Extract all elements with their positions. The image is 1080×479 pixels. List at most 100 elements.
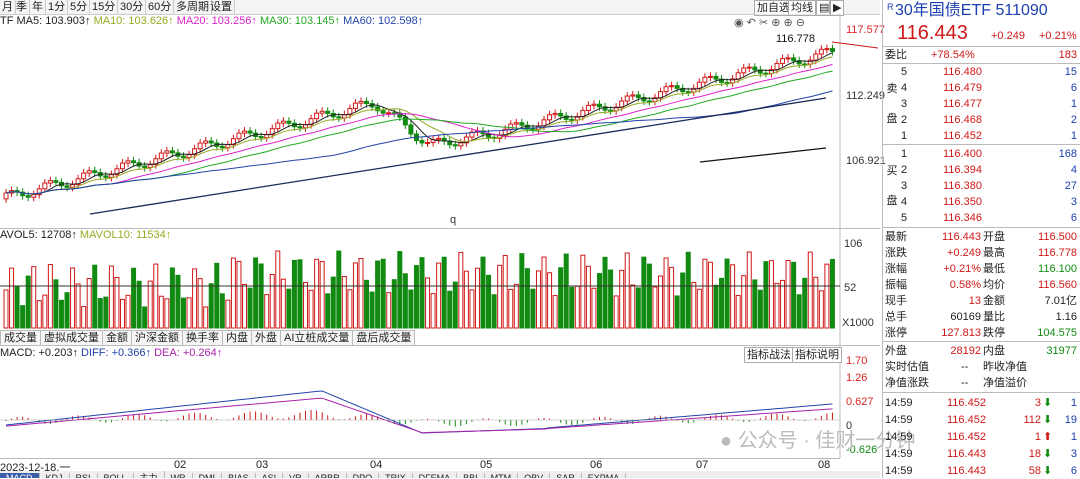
indicator-tab[interactable]: BBI xyxy=(457,473,485,478)
buy-level: 5 xyxy=(901,212,908,224)
period-multi[interactable]: 多周期 xyxy=(174,0,212,14)
sell-row[interactable]: 3 116.477 1 xyxy=(883,96,1080,112)
tab-ai-volume[interactable]: AI立桩成交量 xyxy=(280,330,354,346)
indicator-strategy-button[interactable]: 指标战法 xyxy=(744,347,794,363)
indicator-tab[interactable]: WR xyxy=(165,473,193,478)
indicator-tab[interactable]: RSI xyxy=(70,473,98,478)
tab-amount[interactable]: 金额 xyxy=(102,330,132,346)
indicator-tab[interactable]: DFEMA xyxy=(413,473,458,478)
tick-row: 14:59 116.452 112 ⬇ 19 xyxy=(883,412,1080,428)
period-30min[interactable]: 30分 xyxy=(118,0,147,14)
volume-bar xyxy=(663,257,669,329)
buy-price: 116.346 xyxy=(943,212,982,224)
nav-row: 净值涨跌 -- 净值溢价 xyxy=(883,375,1080,391)
period-quarter[interactable]: 季 xyxy=(14,0,30,14)
candle-body xyxy=(569,118,575,121)
tick-price: 116.452 xyxy=(947,397,986,409)
tab-hs-amount[interactable]: 沪深金额 xyxy=(131,330,183,346)
period-60min[interactable]: 60分 xyxy=(146,0,175,14)
buy-row[interactable]: 4 116.350 3 xyxy=(883,194,1080,210)
indicator-tab[interactable]: ARBR xyxy=(309,473,347,478)
volume-bar xyxy=(680,272,686,329)
volume-bar xyxy=(75,283,81,329)
buy-row[interactable]: 3 116.380 27 xyxy=(883,178,1080,194)
weibi-row: 委比 +78.54% 183 xyxy=(883,47,1080,63)
tick-arrow-icon: ⬆ xyxy=(1043,431,1053,443)
diff-line xyxy=(5,390,833,434)
tick-time: 14:59 xyxy=(885,448,913,460)
indicator-tab[interactable]: OBV xyxy=(518,473,551,478)
candle-body xyxy=(752,66,758,71)
period-15min[interactable]: 15分 xyxy=(90,0,119,14)
security-name: 30年国债ETF 511090 xyxy=(895,2,1048,19)
candle-body xyxy=(386,112,392,115)
last-price: 116.443 xyxy=(897,22,968,44)
sell-row[interactable]: 1 116.452 1 xyxy=(883,128,1080,144)
period-5min[interactable]: 5分 xyxy=(68,0,91,14)
candle-body xyxy=(42,182,48,190)
indicator-tab[interactable]: BOLL xyxy=(98,473,134,478)
tab-outer[interactable]: 外盘 xyxy=(251,330,281,346)
kline-chart[interactable] xyxy=(0,14,880,472)
indicator-tab[interactable]: DPO xyxy=(347,473,380,478)
stat-row: 总手 60169 量比 1.16 xyxy=(883,309,1080,325)
indicator-tab[interactable]: MACD xyxy=(0,473,40,478)
volume-bar xyxy=(236,260,242,329)
candle-body xyxy=(147,164,153,168)
tab-inner[interactable]: 内盘 xyxy=(222,330,252,346)
indicator-help-button[interactable]: 指标说明 xyxy=(792,347,842,363)
sell-row[interactable]: 2 116.468 2 xyxy=(883,112,1080,128)
indicator-tab[interactable]: VR xyxy=(283,473,309,478)
indicator-tab[interactable]: DMI xyxy=(193,473,223,478)
indicator-tabs: MACD KDJ RSI BOLL 主力 WR DMI BIAS ASI VR ARBR DPO TRI… xyxy=(0,471,880,478)
volume-bar xyxy=(258,263,264,329)
volume-bar xyxy=(608,269,614,329)
period-year[interactable]: 年 xyxy=(30,0,46,14)
indicator-tab[interactable]: BIAS xyxy=(222,473,256,478)
indicator-tab[interactable]: KDJ xyxy=(40,473,70,478)
volume-bar xyxy=(225,299,231,329)
buy-row[interactable]: 1 116.400 168 xyxy=(883,146,1080,162)
stat-value: 60169 xyxy=(950,311,981,323)
buy-price: 116.350 xyxy=(943,196,982,208)
volume-bar xyxy=(336,250,342,329)
stat-value: 116.560 xyxy=(1038,279,1077,291)
sell-price: 116.480 xyxy=(943,66,982,78)
buy-row[interactable]: 5 116.346 6 xyxy=(883,210,1080,226)
sell-price: 116.479 xyxy=(943,82,982,94)
tick-arrow-icon: ⬇ xyxy=(1043,397,1053,409)
sell-row[interactable]: 5 116.480 15 xyxy=(883,64,1080,80)
indicator-tab[interactable]: TRIX xyxy=(379,473,413,478)
candle-body xyxy=(242,130,248,134)
sell-row[interactable]: 4 116.479 6 xyxy=(883,80,1080,96)
candle-body xyxy=(585,104,591,111)
indicator-tab[interactable]: SAR xyxy=(550,473,582,478)
period-1min[interactable]: 1分 xyxy=(46,0,69,14)
buy-label-2: 盘 xyxy=(886,195,898,207)
volume-bar xyxy=(14,286,20,329)
stat-label: 开盘 xyxy=(983,231,1005,243)
indicator-tab[interactable]: EXPMA xyxy=(582,473,627,478)
stat-label: 总手 xyxy=(885,311,907,323)
volume-bar xyxy=(347,289,353,329)
settings-button[interactable]: 设置 xyxy=(208,0,235,14)
indicator-tab[interactable]: ASI xyxy=(256,473,284,478)
buy-row[interactable]: 2 116.394 4 xyxy=(883,162,1080,178)
candle-body xyxy=(286,120,292,124)
tab-virtual-volume[interactable]: 虚拟成交量 xyxy=(40,330,103,346)
indicator-tab[interactable]: 主力 xyxy=(134,471,165,478)
x-month-04: 04 xyxy=(370,459,383,471)
period-toolbar: 月 季 年 1分 5分 15分 30分 60分 多周期 设置 加自选 均线 ▤ … xyxy=(0,0,880,16)
indicator-tab[interactable]: MTM xyxy=(485,473,519,478)
volume-bar xyxy=(158,295,164,329)
volume-bar xyxy=(208,283,214,329)
tab-after-hours[interactable]: 盘后成交量 xyxy=(352,330,416,346)
candle-body xyxy=(824,48,830,51)
volume-bar xyxy=(413,265,419,329)
stat-row: 最新 116.443 开盘 116.500 xyxy=(883,229,1080,245)
tab-turnover[interactable]: 换手率 xyxy=(182,330,223,346)
stat-label: 最低 xyxy=(983,263,1005,275)
candle-body xyxy=(436,137,442,141)
volume-bar xyxy=(153,263,159,329)
tab-volume[interactable]: 成交量 xyxy=(0,330,41,346)
